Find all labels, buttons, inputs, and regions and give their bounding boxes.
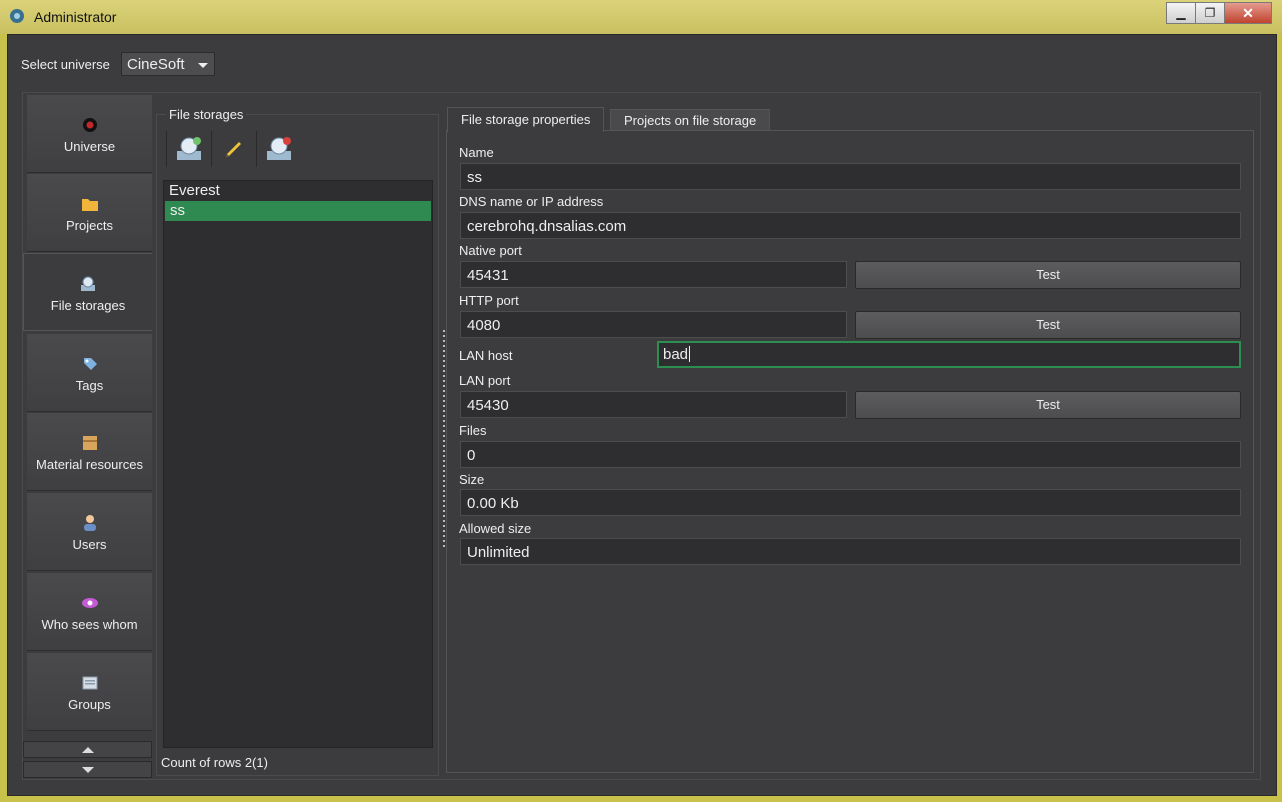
file-storages-title: File storages (166, 107, 247, 122)
native-port-label: Native port (459, 243, 522, 258)
sidebar-item-label: Tags (75, 378, 104, 393)
sidebar-scroll-down-button[interactable] (23, 761, 152, 778)
tag-icon (83, 358, 97, 370)
size-label: Size (459, 472, 485, 487)
sidebar-item-projects[interactable]: Projects (27, 174, 152, 252)
list-item[interactable]: Everest (164, 181, 432, 201)
add-storage-button[interactable] (166, 131, 212, 167)
minimize-button[interactable]: ▁ (1166, 2, 1196, 24)
universe-select[interactable]: CineSoft (121, 52, 215, 76)
tab-projects-on-file-storage[interactable]: Projects on file storage (610, 109, 771, 131)
folder-icon (81, 199, 98, 211)
sidebar-item-universe[interactable]: Universe (27, 95, 152, 173)
delete-storage-icon (267, 137, 291, 160)
lan-port-field[interactable]: 45430 (460, 391, 847, 418)
files-label: Files (459, 423, 487, 438)
sidebar-scroll-up-button[interactable] (23, 741, 152, 758)
chevron-down-icon (198, 63, 208, 68)
size-field[interactable]: 0.00 Kb (460, 489, 1241, 516)
sidebar-item-label: Groups (68, 697, 111, 712)
sidebar-item-label: File storages (50, 298, 126, 313)
name-label: Name (459, 145, 494, 160)
http-port-label: HTTP port (459, 293, 519, 308)
title-bar: Administrator ▁ ❐ ✕ (0, 0, 1282, 34)
sidebar-item-file-storages[interactable]: File storages (23, 253, 152, 331)
group-icon (82, 676, 97, 690)
universe-select-value: CineSoft (127, 56, 185, 73)
lan-host-value: bad (663, 346, 689, 363)
list-item-selected[interactable]: ss (165, 201, 431, 221)
box-icon (82, 436, 97, 450)
maximize-button[interactable]: ❐ (1195, 2, 1225, 24)
test-lan-port-button[interactable]: Test (855, 391, 1241, 419)
tab-file-storage-properties[interactable]: File storage properties (447, 107, 605, 132)
row-count: Count of rows 2(1) (161, 755, 268, 770)
window-client: Select universe CineSoft Universe Projec… (7, 34, 1277, 796)
file-storages-toolbar (166, 131, 301, 169)
file-storages-list[interactable]: Everest ss (163, 180, 433, 748)
edit-storage-button[interactable] (212, 131, 257, 167)
eye-icon (81, 598, 98, 608)
http-port-field[interactable]: 4080 (460, 311, 847, 338)
chevron-up-icon (82, 747, 94, 753)
sidebar-item-label: Universe (63, 139, 116, 154)
sidebar-item-label: Material resources (36, 457, 143, 472)
allowed-size-label: Allowed size (459, 521, 532, 536)
native-port-field[interactable]: 45431 (460, 261, 847, 288)
sidebar-item-label: Projects (66, 218, 113, 233)
sidebar-item-label: Users (72, 537, 107, 552)
splitter-handle[interactable] (443, 330, 445, 548)
test-native-port-button[interactable]: Test (855, 261, 1241, 289)
dns-label: DNS name or IP address (459, 194, 604, 209)
sidebar-item-label: Who sees whom (41, 617, 138, 632)
lan-host-label: LAN host (459, 348, 513, 363)
user-icon (83, 515, 96, 531)
sidebar-item-material-resources[interactable]: Material resources (27, 413, 152, 491)
text-caret (689, 346, 691, 362)
delete-storage-button[interactable] (257, 131, 301, 167)
sidebar-item-who-sees-whom[interactable]: Who sees whom (27, 573, 152, 651)
chevron-down-icon (82, 767, 94, 773)
files-field[interactable]: 0 (460, 441, 1241, 468)
sidebar-item-users[interactable]: Users (27, 493, 152, 571)
universe-label: Select universe (21, 57, 110, 72)
window-title: Administrator (34, 9, 117, 25)
close-button[interactable]: ✕ (1224, 2, 1272, 24)
sidebar-item-tags[interactable]: Tags (27, 334, 152, 412)
universe-icon (82, 118, 97, 132)
lan-port-label: LAN port (459, 373, 511, 388)
app-icon (10, 9, 24, 23)
storage-icon (81, 276, 95, 291)
lan-host-field[interactable]: bad (657, 341, 1241, 368)
name-field[interactable]: ss (460, 163, 1241, 190)
add-storage-icon (177, 137, 201, 160)
allowed-size-field[interactable]: Unlimited (460, 538, 1241, 565)
pencil-icon (226, 142, 241, 157)
test-http-port-button[interactable]: Test (855, 311, 1241, 339)
sidebar-item-groups[interactable]: Groups (27, 653, 152, 731)
dns-field[interactable]: cerebrohq.dnsalias.com (460, 212, 1241, 239)
